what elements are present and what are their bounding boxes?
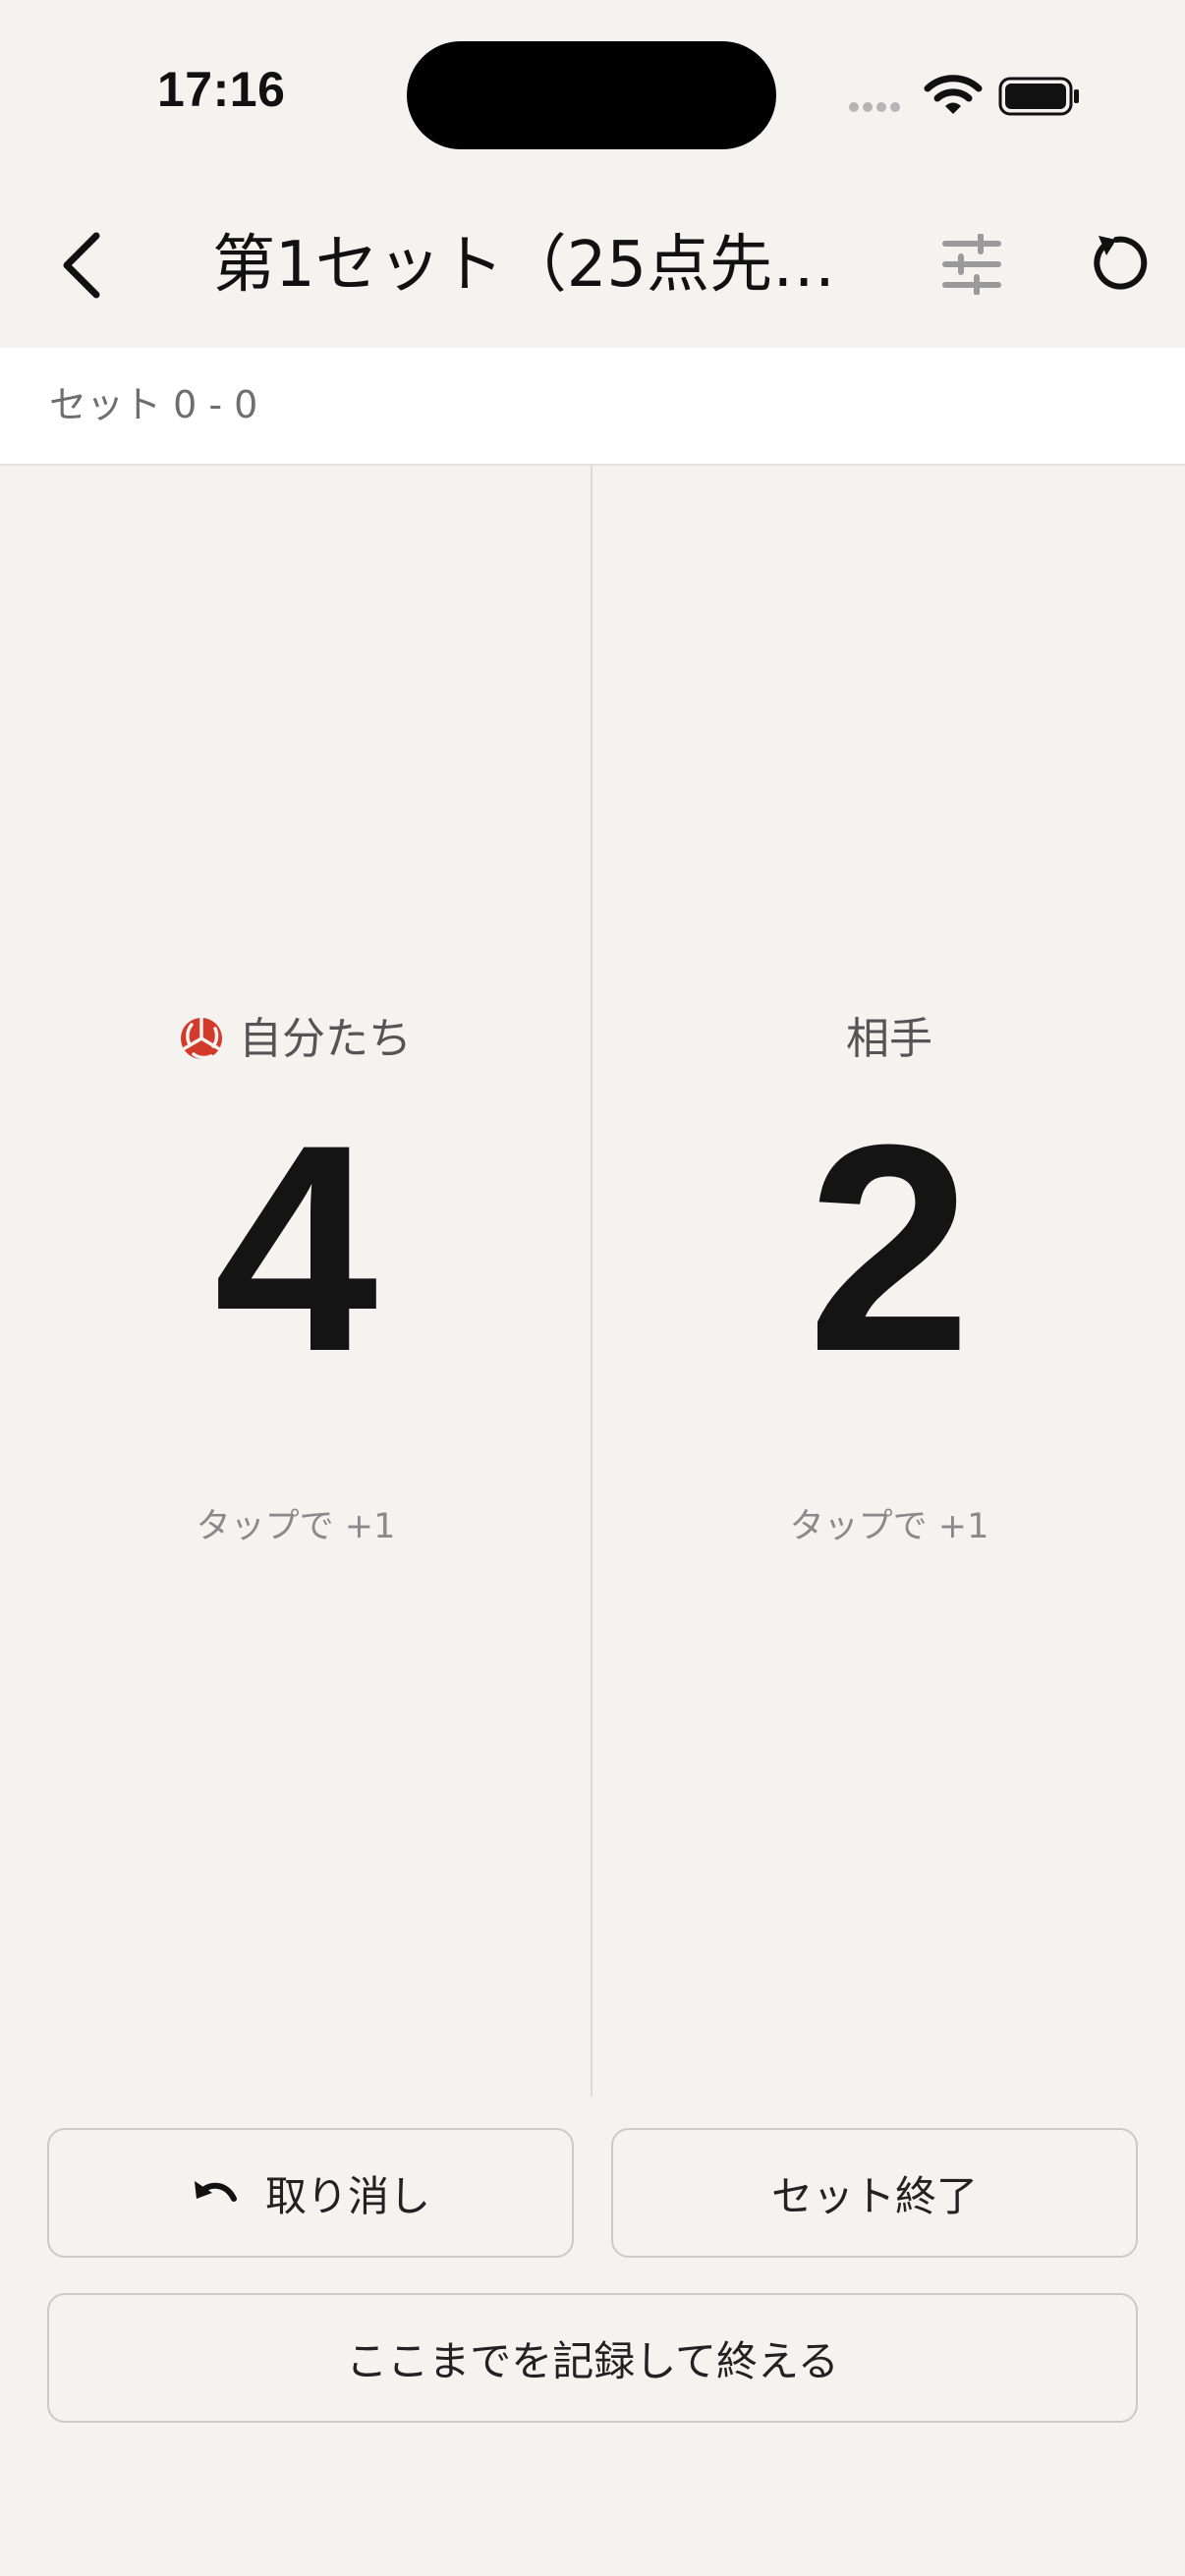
- record-and-finish-button-label: ここまでを記録して終える: [346, 2336, 839, 2385]
- home-team-label: 自分たち: [0, 1012, 592, 1067]
- end-set-button[interactable]: セット終了: [611, 2128, 1138, 2258]
- panel-divider: [591, 466, 592, 2097]
- away-team-name: 相手: [846, 1014, 932, 1064]
- undo-button[interactable]: 取り消し: [47, 2128, 574, 2258]
- wifi-icon: [924, 75, 983, 114]
- volleyball-icon: [181, 1017, 222, 1060]
- reset-icon[interactable]: [1085, 232, 1148, 295]
- battery-icon: [998, 77, 1079, 116]
- home-score: 4: [213, 1083, 378, 1413]
- home-team-name: 自分たち: [239, 1014, 412, 1064]
- away-score-panel[interactable]: 相手 2 タップで +1: [593, 466, 1185, 2097]
- set-score-label: セット 0 - 0: [49, 383, 258, 426]
- away-score: 2: [807, 1083, 972, 1413]
- home-tap-hint: タップで +1: [196, 1507, 396, 1546]
- away-team-label: 相手: [593, 1012, 1185, 1067]
- back-chevron-icon[interactable]: [57, 230, 108, 301]
- status-time: 17:16: [157, 62, 286, 117]
- undo-arrow-icon: [194, 2181, 237, 2202]
- undo-button-label: 取り消し: [264, 2171, 430, 2220]
- home-score-panel[interactable]: 自分たち 4 タップで +1: [0, 466, 592, 2097]
- cellular-signal-icon: [849, 102, 906, 118]
- page-title: 第1セット（25点先…: [212, 229, 836, 302]
- dynamic-island: [407, 41, 776, 149]
- sliders-settings-icon[interactable]: [941, 234, 1002, 295]
- away-tap-hint: タップで +1: [789, 1507, 989, 1546]
- end-set-button-label: セット終了: [770, 2171, 978, 2220]
- record-and-finish-button[interactable]: ここまでを記録して終える: [47, 2293, 1138, 2423]
